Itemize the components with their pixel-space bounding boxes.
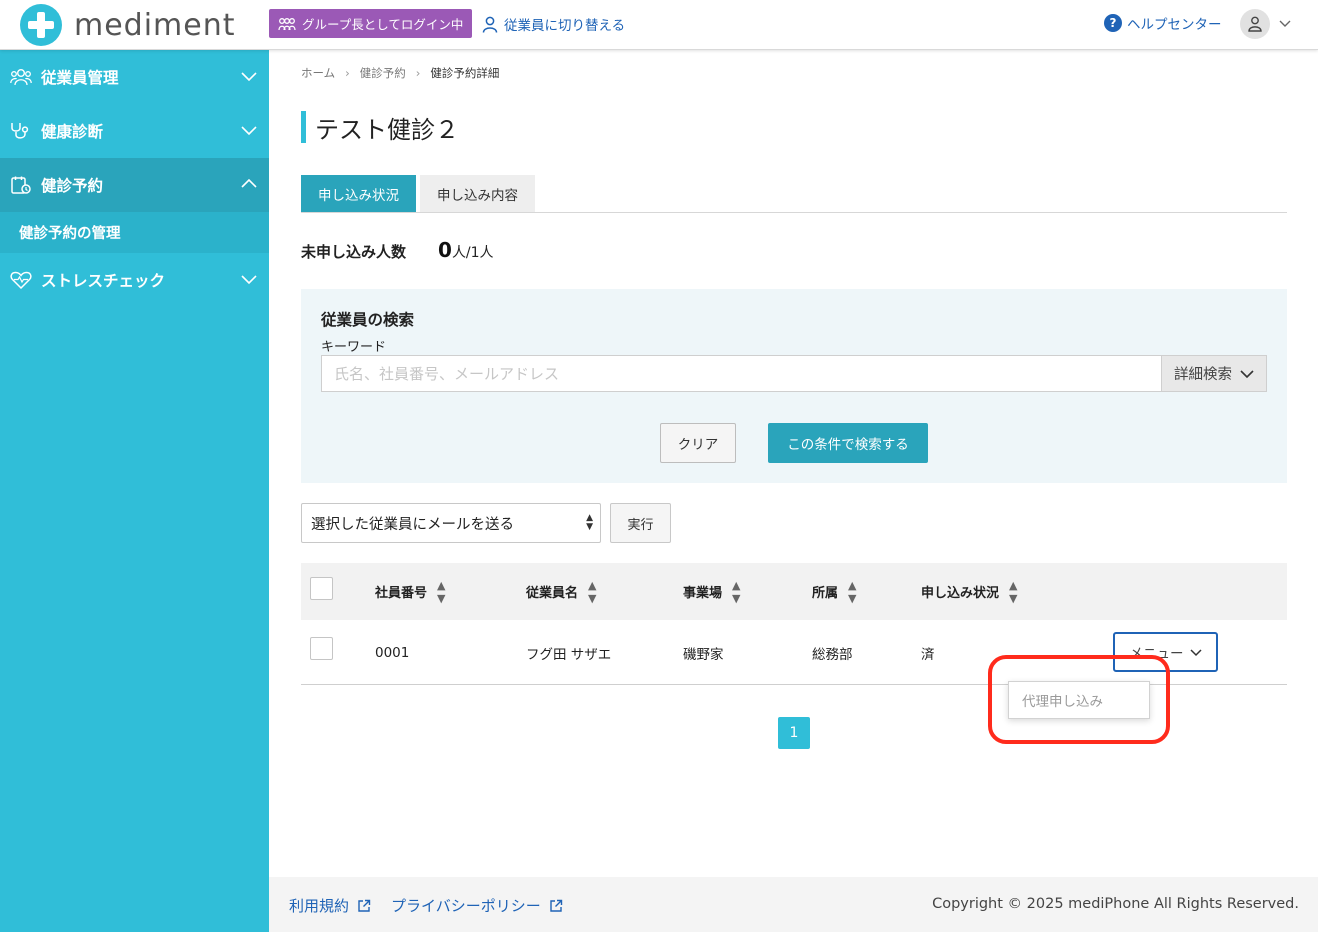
header-department[interactable]: 所属 ▲ ▼ [812, 563, 856, 620]
sidebar-item-employees[interactable]: 従業員管理 [0, 50, 269, 104]
chevron-down-icon [1240, 369, 1254, 378]
cell-employee-id: 0001 [375, 644, 410, 661]
terms-link[interactable]: 利用規約 [289, 895, 371, 916]
switch-to-employee-link[interactable]: 従業員に切り替える [482, 12, 625, 36]
header-label: 社員番号 [375, 586, 428, 601]
switch-link-label: 従業員に切り替える [504, 18, 626, 34]
sidebar-item-label: ストレスチェック [41, 272, 166, 290]
pagination-page-1[interactable]: 1 [778, 717, 810, 749]
breadcrumb-current: 健診予約詳細 [430, 66, 500, 80]
sidebar: 従業員管理 健康診断 健診予約 健診予約の管理 ストレスチェック [0, 50, 269, 932]
group-icon [278, 17, 296, 30]
advanced-search-label: 詳細検索 [1174, 367, 1232, 383]
group-badge-label: グループ長としてログイン中 [302, 17, 464, 32]
keyword-input[interactable] [321, 355, 1162, 392]
external-link-icon [550, 899, 562, 912]
sidebar-item-stress-check[interactable]: ストレスチェック [0, 253, 269, 307]
copyright-text: Copyright © 2025 mediPhone All Rights Re… [932, 896, 1299, 912]
help-center-link[interactable]: ? ヘルプセンター [1104, 13, 1222, 33]
plus-logo-icon [20, 4, 62, 46]
sort-icon: ▲ ▼ [437, 578, 446, 605]
header-label: 所属 [812, 586, 839, 601]
cell-department: 総務部 [812, 646, 853, 663]
select-all-checkbox[interactable] [310, 577, 333, 600]
chevron-down-icon [241, 72, 257, 82]
search-title: 従業員の検索 [321, 311, 415, 329]
sidebar-item-label: 健康診断 [41, 123, 104, 141]
chevron-down-icon [1189, 648, 1202, 656]
header-employee-name[interactable]: 従業員名 ▲ ▼ [526, 563, 596, 620]
clear-button[interactable]: クリア [660, 423, 736, 463]
advanced-search-button[interactable]: 詳細検索 [1161, 355, 1267, 392]
question-icon: ? [1104, 14, 1122, 32]
chevron-down-icon [241, 275, 257, 285]
breadcrumb-separator-icon: › [345, 66, 350, 80]
chevron-down-icon[interactable] [1278, 15, 1292, 31]
privacy-label: プライバシーポリシー [391, 897, 541, 915]
chevron-down-icon [241, 126, 257, 136]
select-arrows-icon: ▲ ▼ [586, 513, 593, 532]
breadcrumb: ホーム › 健診予約 › 健診予約詳細 [301, 65, 499, 81]
sort-icon: ▲ ▼ [1009, 578, 1018, 605]
user-icon [482, 16, 498, 33]
row-checkbox[interactable] [310, 637, 333, 660]
sidebar-item-checkup-reservation[interactable]: 健診予約 [0, 158, 269, 212]
cell-site: 磯野家 [683, 646, 724, 663]
cell-employee-name: フグ田 サザエ [526, 646, 612, 663]
calendar-clipboard-icon [11, 176, 31, 194]
sidebar-item-label: 健診予約 [41, 177, 104, 195]
footer-links: 利用規約 プライバシーポリシー [289, 895, 583, 916]
bulk-action-value: 選択した従業員にメールを送る [311, 516, 514, 533]
people-icon [10, 69, 32, 86]
sidebar-item-health-checkup[interactable]: 健康診断 [0, 104, 269, 158]
sidebar-subitem-reservation-management[interactable]: 健診予約の管理 [0, 212, 269, 253]
cell-status: 済 [921, 646, 935, 663]
brand-logo[interactable]: mediment [20, 4, 236, 46]
header-employee-id[interactable]: 社員番号 ▲ ▼ [375, 563, 445, 620]
brand-name: mediment [74, 7, 236, 43]
breadcrumb-home[interactable]: ホーム [301, 65, 335, 81]
breadcrumb-parent[interactable]: 健診予約 [360, 65, 406, 81]
header-label: 申し込み状況 [921, 586, 1000, 601]
top-header: mediment グループ長としてログイン中 従業員に切り替える ? ヘルプセン… [0, 0, 1318, 50]
avatar[interactable] [1240, 9, 1270, 39]
tab-application-status[interactable]: 申し込み状況 [301, 175, 416, 212]
unapplied-label: 未申し込み人数 [301, 243, 407, 261]
tab-bar: 申し込み状況 申し込み内容 [301, 175, 1287, 213]
unapplied-total: 人/1人 [451, 245, 494, 261]
sort-icon: ▲ ▼ [588, 578, 597, 605]
header-site[interactable]: 事業場 ▲ ▼ [683, 563, 740, 620]
chevron-up-icon [241, 178, 257, 188]
unapplied-number: 0 [438, 238, 452, 262]
keyword-label: キーワード [321, 340, 387, 355]
table-header: 社員番号 ▲ ▼ 従業員名 ▲ ▼ 事業場 ▲ ▼ 所属 ▲ ▼ 申し込み状況 ▲ ▼ [301, 563, 1287, 620]
header-application-status[interactable]: 申し込み状況 ▲ ▼ [921, 563, 1017, 620]
header-label: 事業場 [683, 586, 723, 601]
heart-icon [10, 271, 32, 289]
tab-application-content[interactable]: 申し込み内容 [420, 175, 535, 212]
person-icon [1248, 16, 1262, 32]
bulk-action-select[interactable]: 選択した従業員にメールを送る ▲ ▼ [301, 503, 601, 543]
breadcrumb-separator-icon: › [415, 66, 421, 80]
group-leader-badge[interactable]: グループ長としてログイン中 [269, 9, 473, 38]
privacy-link[interactable]: プライバシーポリシー [391, 895, 563, 916]
footer: 利用規約 プライバシーポリシー Copyright © 2025 mediPho… [269, 877, 1318, 932]
employee-search-panel: 従業員の検索 キーワード 詳細検索 クリア この条件で検索する [301, 289, 1287, 483]
search-submit-button[interactable]: この条件で検索する [768, 423, 928, 463]
external-link-icon [358, 899, 371, 912]
sort-icon: ▲ ▼ [732, 578, 741, 605]
sidebar-item-label: 従業員管理 [41, 69, 119, 87]
terms-label: 利用規約 [289, 897, 350, 915]
highlight-annotation [988, 655, 1170, 744]
stethoscope-icon [11, 123, 29, 139]
header-label: 従業員名 [526, 586, 579, 601]
unapplied-count: 未申し込み人数 0 人/1人 [301, 238, 494, 262]
sort-icon: ▲ ▼ [848, 578, 857, 605]
execute-button[interactable]: 実行 [610, 503, 671, 543]
page-title: テスト健診２ [301, 111, 459, 144]
help-label: ヘルプセンター [1127, 17, 1222, 33]
